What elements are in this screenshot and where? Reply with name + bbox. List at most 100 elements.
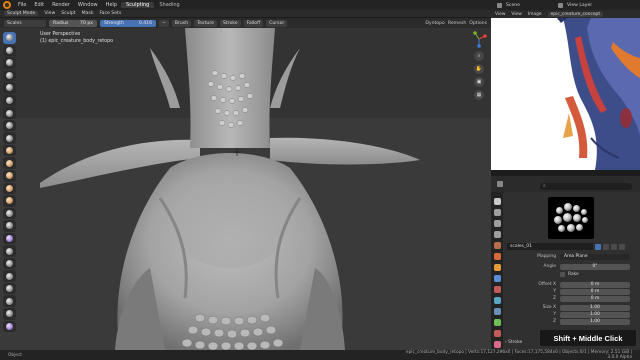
menu-view[interactable]: View: [44, 11, 55, 16]
scene-name[interactable]: Scene: [506, 3, 554, 8]
tool-layer[interactable]: [3, 94, 16, 107]
tool-draw-sharp[interactable]: [3, 44, 16, 57]
camera-icon[interactable]: ▣: [474, 77, 484, 87]
tool-thumb[interactable]: [3, 257, 16, 270]
menu-sculpt[interactable]: Sculpt: [61, 11, 75, 16]
properties-editor-icon[interactable]: [497, 181, 503, 187]
crease-icon: [6, 134, 13, 142]
menu-falloff[interactable]: Falloff: [243, 19, 264, 27]
image-editor-view-menu[interactable]: View: [495, 12, 505, 17]
tool-draw[interactable]: [3, 32, 16, 44]
brush-selector[interactable]: Scales: [4, 19, 46, 27]
image-editor-view-menu-2[interactable]: View: [511, 12, 521, 17]
tool-crease[interactable]: [3, 132, 16, 144]
duplicate-icon[interactable]: [603, 243, 609, 250]
output-tab-icon[interactable]: [493, 220, 501, 227]
viewport-info-overlay: User Perspective (1) epic_creature_body_…: [40, 31, 113, 45]
particles-tab-icon[interactable]: [493, 286, 501, 293]
modifier-tab-icon[interactable]: [493, 275, 501, 282]
menu-edit[interactable]: Edit: [30, 2, 48, 8]
stroke-panel-header[interactable]: › Stroke: [505, 340, 522, 345]
tool-smooth[interactable]: [3, 144, 16, 157]
strength-field[interactable]: Strength 0.416: [100, 19, 156, 27]
dyntopo-toggle[interactable]: Dyntopo: [425, 21, 445, 26]
axis-gizmo[interactable]: [470, 30, 488, 48]
mode-selector[interactable]: Sculpt Mode: [4, 11, 39, 16]
texture-tab-icon[interactable]: [493, 341, 501, 348]
mapping-dropdown[interactable]: Area Plane: [560, 253, 630, 260]
tool-clay-thumb[interactable]: [3, 82, 16, 94]
menu-face-sets[interactable]: Face Sets: [99, 11, 121, 16]
grid-perspective-icon[interactable]: ▦: [474, 90, 484, 100]
tool-pinch[interactable]: [3, 207, 16, 220]
tool-box-mask[interactable]: [3, 308, 16, 320]
tool-multiplane-scrape[interactable]: [3, 195, 16, 207]
image-name-field[interactable]: epic_creature_concept: [547, 11, 604, 17]
tool-inflate[interactable]: [3, 107, 16, 119]
tool-mask[interactable]: [3, 295, 16, 308]
3d-viewport[interactable]: User Perspective (1) epic_creature_body_…: [0, 28, 491, 350]
menu-mask[interactable]: Mask: [82, 11, 94, 16]
constraints-tab-icon[interactable]: [493, 308, 501, 315]
tool-flatten[interactable]: [3, 157, 16, 170]
offset-y-field[interactable]: 0 m: [560, 288, 630, 295]
offset-z-field[interactable]: 0 m: [560, 295, 630, 302]
view-layer-name[interactable]: View Layer: [567, 3, 592, 8]
fake-user-icon[interactable]: [595, 243, 601, 250]
pose-icon: [6, 272, 13, 280]
workspace-tab-shading[interactable]: Shading: [154, 2, 184, 8]
tool-grab[interactable]: [3, 220, 16, 232]
zoom-icon[interactable]: ⌕: [474, 51, 484, 61]
material-tab-icon[interactable]: [493, 330, 501, 337]
tool-annotate[interactable]: [3, 320, 16, 333]
tool-tab-icon[interactable]: [493, 198, 501, 205]
size-x-field[interactable]: 1.00: [560, 304, 630, 311]
scene-tab-icon[interactable]: [493, 242, 501, 249]
menu-help[interactable]: Help: [102, 2, 121, 8]
tool-scrape[interactable]: [3, 182, 16, 195]
tool-snake-hook[interactable]: [3, 245, 16, 257]
tool-blob[interactable]: [3, 119, 16, 132]
menu-texture[interactable]: Texture: [194, 19, 217, 27]
tool-nudge[interactable]: [3, 282, 16, 295]
menu-file[interactable]: File: [14, 2, 30, 8]
options-menu[interactable]: Options: [469, 21, 491, 26]
menu-brush[interactable]: Brush: [171, 19, 192, 27]
remesh-menu[interactable]: Remesh: [448, 21, 466, 26]
direction-toggle[interactable]: −: [159, 19, 169, 27]
tool-elastic-deform[interactable]: [3, 232, 16, 245]
offset-x-field[interactable]: 0 m: [560, 281, 630, 288]
menu-stroke[interactable]: Stroke: [219, 19, 241, 27]
workspace-tab-sculpting[interactable]: Sculpting: [121, 2, 155, 8]
tool-clay-strips[interactable]: [3, 69, 16, 82]
size-z-field[interactable]: 1.00: [560, 318, 630, 325]
render-tab-icon[interactable]: [493, 209, 501, 216]
properties-search-input[interactable]: ⌕: [540, 183, 632, 190]
object-tab-icon[interactable]: [493, 264, 501, 271]
menu-cursor[interactable]: Cursor: [266, 19, 288, 27]
concept-image-view[interactable]: [491, 18, 640, 170]
blender-logo-icon[interactable]: [3, 1, 11, 9]
close-icon[interactable]: [611, 243, 617, 250]
menu-window[interactable]: Window: [74, 2, 102, 8]
tool-clay[interactable]: [3, 57, 16, 69]
data-tab-icon[interactable]: [493, 319, 501, 326]
angle-field[interactable]: 0°: [560, 263, 630, 270]
rake-checkbox[interactable]: [560, 272, 565, 277]
tool-pose[interactable]: [3, 270, 16, 282]
image-editor-image-menu[interactable]: Image: [528, 12, 542, 17]
menu-render[interactable]: Render: [48, 2, 74, 8]
thumb-icon: [6, 260, 13, 268]
texture-name-field[interactable]: scales_01: [507, 243, 593, 250]
physics-tab-icon[interactable]: [493, 297, 501, 304]
radius-field[interactable]: Radius 70 px: [49, 19, 97, 27]
pan-hand-icon[interactable]: ✋: [474, 64, 484, 74]
size-y-row: Y 1.00: [503, 311, 640, 318]
size-y-field[interactable]: 1.00: [560, 311, 630, 318]
view-layer-tab-icon[interactable]: [493, 231, 501, 238]
tool-fill[interactable]: [3, 170, 16, 182]
scene-icon: [497, 2, 502, 8]
settings-icon[interactable]: [619, 243, 625, 250]
elastic-deform-icon: [6, 235, 13, 243]
world-tab-icon[interactable]: [493, 253, 501, 260]
